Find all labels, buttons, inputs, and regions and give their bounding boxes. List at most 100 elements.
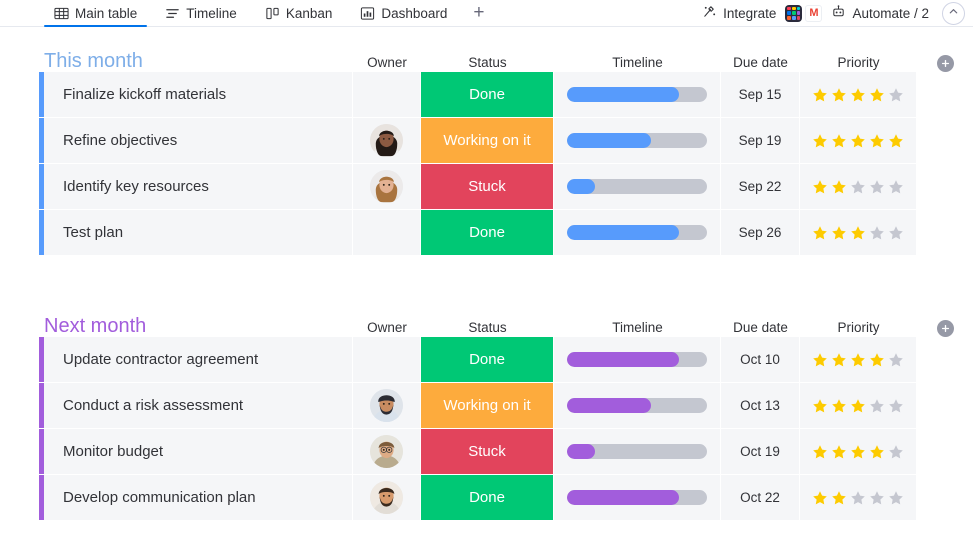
column-header-priority[interactable]: Priority <box>800 319 917 337</box>
progress-bar <box>567 490 707 505</box>
timeline-cell[interactable] <box>554 164 721 209</box>
tab-dashboard[interactable]: Dashboard <box>346 0 461 26</box>
table-row[interactable]: Identify key resources Stuck Sep 22 <box>0 164 973 209</box>
avatar[interactable] <box>370 481 403 514</box>
avatar[interactable] <box>370 170 403 203</box>
dashboard-icon <box>360 6 375 21</box>
due-date-cell[interactable]: Oct 19 <box>721 429 800 474</box>
owner-cell[interactable] <box>353 429 421 474</box>
group-title[interactable]: This month <box>44 50 143 72</box>
view-tab-bar: Main table Timeline Kanban Dashboard + I… <box>0 0 973 27</box>
priority-cell[interactable] <box>800 337 917 382</box>
task-name[interactable]: Monitor budget <box>44 429 353 474</box>
group-rows: Update contractor agreement Done Oct 10 Con… <box>0 337 973 520</box>
priority-cell[interactable] <box>800 429 917 474</box>
tab-main-table[interactable]: Main table <box>40 0 151 27</box>
due-date-cell[interactable]: Sep 19 <box>721 118 800 163</box>
status-cell[interactable]: Done <box>421 475 554 520</box>
owner-cell[interactable] <box>353 164 421 209</box>
due-date-cell[interactable]: Oct 10 <box>721 337 800 382</box>
task-name[interactable]: Identify key resources <box>44 164 353 209</box>
group-title[interactable]: Next month <box>44 315 146 337</box>
status-cell[interactable]: Stuck <box>421 429 554 474</box>
due-date-cell[interactable]: Oct 22 <box>721 475 800 520</box>
status-cell[interactable]: Done <box>421 337 554 382</box>
column-header-priority[interactable]: Priority <box>800 54 917 72</box>
status-cell[interactable]: Stuck <box>421 164 554 209</box>
task-name[interactable]: Test plan <box>44 210 353 255</box>
add-column-button[interactable] <box>936 55 954 72</box>
priority-cell[interactable] <box>800 72 917 117</box>
column-header-status[interactable]: Status <box>421 319 554 337</box>
table-row[interactable]: Develop communication plan Done Oct 22 <box>0 475 973 520</box>
star-rating <box>812 352 904 368</box>
integrate-button[interactable]: Integrate <box>700 4 778 22</box>
status-cell[interactable]: Done <box>421 72 554 117</box>
table-row[interactable]: Conduct a risk assessment Working on it Oc… <box>0 383 973 428</box>
owner-cell[interactable] <box>353 383 421 428</box>
status-cell[interactable]: Done <box>421 210 554 255</box>
timeline-cell[interactable] <box>554 383 721 428</box>
column-header-status[interactable]: Status <box>421 54 554 72</box>
status-cell[interactable]: Working on it <box>421 383 554 428</box>
column-header-due-date[interactable]: Due date <box>721 319 800 337</box>
automate-button[interactable]: Automate / 2 <box>829 4 931 22</box>
task-name[interactable]: Update contractor agreement <box>44 337 353 382</box>
timeline-cell[interactable] <box>554 429 721 474</box>
table-row[interactable]: Monitor budget Stuck Oct 19 <box>0 429 973 474</box>
row-end-spacer <box>917 429 973 474</box>
due-date-cell[interactable]: Sep 15 <box>721 72 800 117</box>
status-badge: Stuck <box>421 429 553 474</box>
table-row[interactable]: Finalize kickoff materials Done Sep 15 <box>0 72 973 117</box>
row-left-padding <box>0 210 39 255</box>
priority-cell[interactable] <box>800 118 917 163</box>
due-date-cell[interactable]: Sep 26 <box>721 210 800 255</box>
collapse-header-button[interactable] <box>942 1 965 25</box>
tab-label: Dashboard <box>381 5 448 21</box>
row-end-spacer <box>917 72 973 117</box>
task-name[interactable]: Finalize kickoff materials <box>44 72 353 117</box>
due-date-cell[interactable]: Sep 22 <box>721 164 800 209</box>
priority-cell[interactable] <box>800 210 917 255</box>
tab-kanban[interactable]: Kanban <box>251 0 347 26</box>
row-left-padding <box>0 118 39 163</box>
add-column-button[interactable] <box>936 320 954 337</box>
column-header-timeline[interactable]: Timeline <box>554 54 721 72</box>
column-header-due-date[interactable]: Due date <box>721 54 800 72</box>
status-cell[interactable]: Working on it <box>421 118 554 163</box>
priority-cell[interactable] <box>800 383 917 428</box>
table-row[interactable]: Test plan Done Sep 26 <box>0 210 973 255</box>
timeline-cell[interactable] <box>554 72 721 117</box>
avatar[interactable] <box>370 435 403 468</box>
table-icon <box>54 6 69 21</box>
priority-cell[interactable] <box>800 475 917 520</box>
column-header-owner[interactable]: Owner <box>353 54 421 72</box>
due-date-cell[interactable]: Oct 13 <box>721 383 800 428</box>
row-left-padding <box>0 383 39 428</box>
timeline-cell[interactable] <box>554 337 721 382</box>
owner-cell[interactable] <box>353 475 421 520</box>
timeline-cell[interactable] <box>554 118 721 163</box>
add-view-button[interactable]: + <box>461 2 496 24</box>
avatar[interactable] <box>370 124 403 157</box>
owner-cell[interactable] <box>353 337 421 382</box>
column-header-owner[interactable]: Owner <box>353 319 421 337</box>
row-end-spacer <box>917 118 973 163</box>
table-row[interactable]: Refine objectives Working on it Sep 19 <box>0 118 973 163</box>
row-end-spacer <box>917 383 973 428</box>
task-name[interactable]: Refine objectives <box>44 118 353 163</box>
column-header-timeline[interactable]: Timeline <box>554 319 721 337</box>
status-badge: Done <box>421 72 553 117</box>
owner-cell[interactable] <box>353 72 421 117</box>
task-name[interactable]: Develop communication plan <box>44 475 353 520</box>
table-row[interactable]: Update contractor agreement Done Oct 10 <box>0 337 973 382</box>
task-name[interactable]: Conduct a risk assessment <box>44 383 353 428</box>
timeline-cell[interactable] <box>554 475 721 520</box>
avatar[interactable] <box>370 389 403 422</box>
priority-cell[interactable] <box>800 164 917 209</box>
kanban-icon <box>265 6 280 21</box>
timeline-cell[interactable] <box>554 210 721 255</box>
tab-timeline[interactable]: Timeline <box>151 0 251 26</box>
owner-cell[interactable] <box>353 210 421 255</box>
owner-cell[interactable] <box>353 118 421 163</box>
